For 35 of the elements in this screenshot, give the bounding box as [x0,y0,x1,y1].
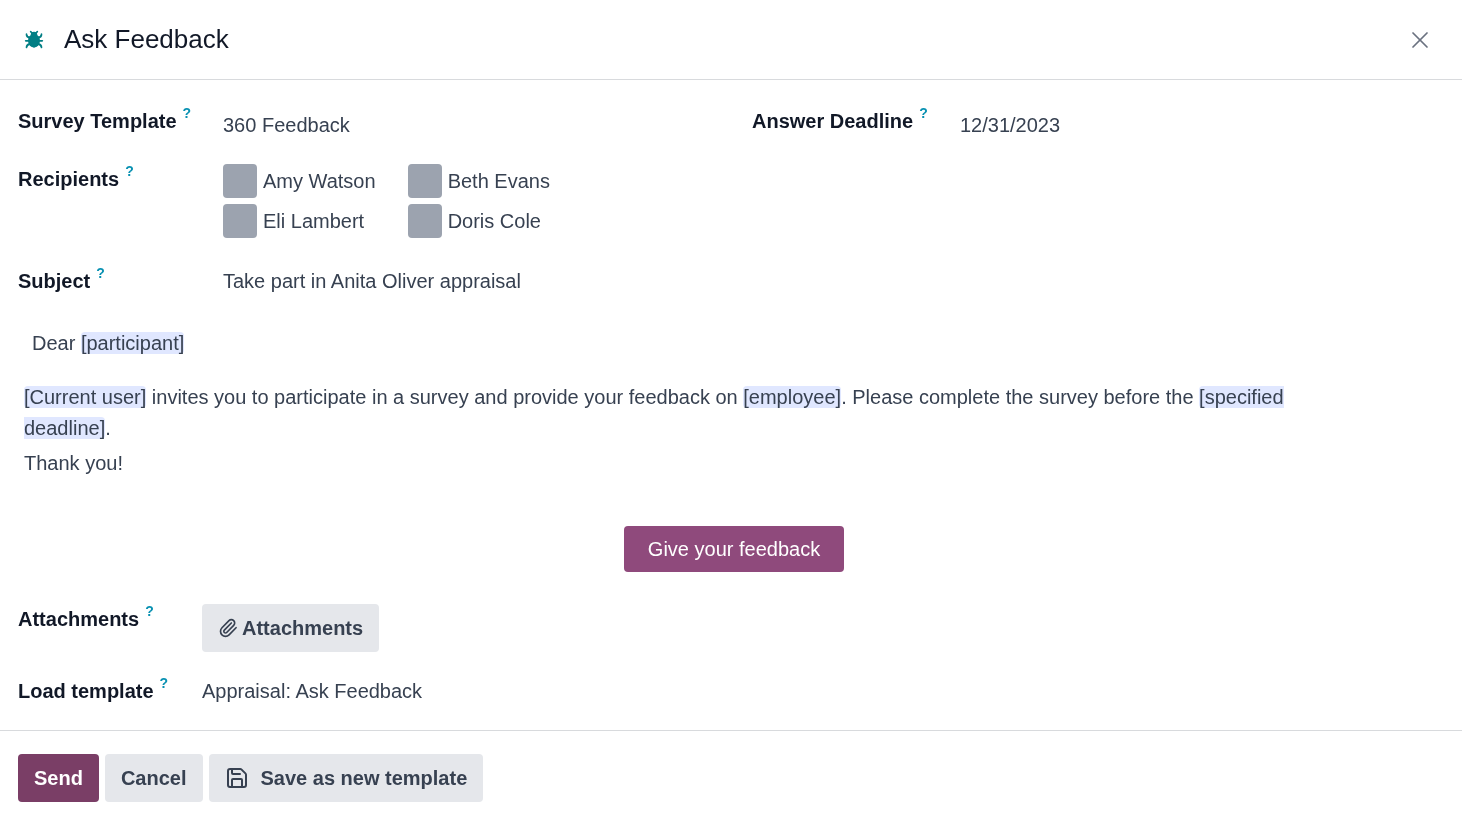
help-tooltip[interactable]: ? [145,604,154,618]
help-tooltip[interactable]: ? [182,106,192,120]
avatar-photo-placeholder [407,164,442,198]
help-tooltip[interactable]: ? [159,676,169,690]
avatar-photo-placeholder [407,204,442,238]
paperclip-icon [218,618,238,638]
date-field[interactable]: 12/31/2023 [960,110,1061,140]
recipient-tag[interactable]: Beth Evans [407,164,550,198]
field-label: Recipients [18,167,120,192]
dialog-title: Ask Feedback [64,23,229,56]
send-button[interactable]: Send [18,754,99,802]
field-value[interactable]: Appraisal: Ask Feedback [202,676,423,706]
help-tooltip[interactable]: ? [96,266,105,280]
feedback-link-button[interactable]: Give your feedback [623,526,845,572]
greeting-text: Dear [participant] [32,331,186,356]
save-template-button[interactable]: Save as new template [208,754,484,802]
avatar-photo-placeholder [223,204,257,238]
field-value[interactable]: Take part in Anita Oliver appraisal [223,266,521,296]
help-tooltip[interactable]: ? [919,106,928,120]
field-label: Attachments [18,607,140,632]
field-label: Answer Deadline [752,109,914,134]
cancel-button[interactable]: Cancel [104,754,203,802]
body-paragraph: [Current user] invites you to participate in a survey and provide your feedback on [employee]. Please complete the survey before the [specified deadline]. [24,385,1285,441]
recipient-tag[interactable]: Amy Watson [223,164,376,198]
help-tooltip[interactable]: ? [125,164,134,178]
field-value[interactable]: 360 Feedback [223,110,350,140]
attachments-button[interactable]: Attachments [202,604,380,652]
field-label: Subject [18,269,91,294]
field-label: Survey Template [18,109,177,134]
field-label: Load template [18,679,154,704]
recipient-tag[interactable]: Doris Cole [407,204,550,238]
avatar-photo-placeholder [223,164,257,198]
closing-text: Thank you! [24,451,124,476]
bug-icon [24,29,44,50]
recipient-tag[interactable]: Eli Lambert [223,204,376,238]
